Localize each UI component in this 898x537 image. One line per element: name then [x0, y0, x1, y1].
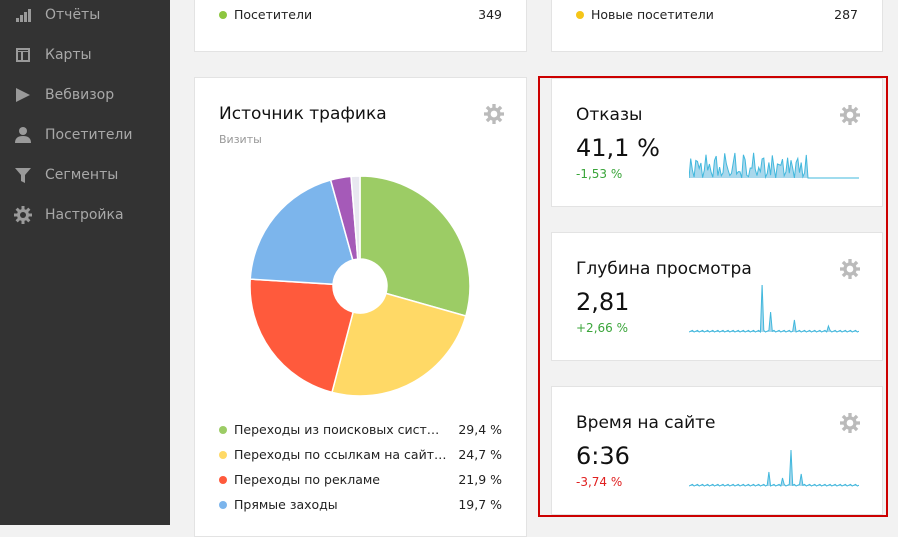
legend-dot — [219, 450, 227, 459]
filter-icon — [15, 168, 31, 183]
sidebar-item-label: Карты — [45, 47, 92, 63]
legend-item[interactable]: Прямые заходы — [219, 497, 338, 512]
sidebar-item-label: Посетители — [45, 127, 133, 143]
metric-card: Отказы 41,1 % -1,53 % — [551, 78, 883, 207]
legend-item[interactable]: Переходы по рекламе — [219, 472, 380, 487]
metric-value: 41,1 % — [576, 134, 660, 162]
metric-card: Время на сайте 6:36 -3,74 % — [551, 386, 883, 515]
legend-value: 287 — [834, 7, 858, 22]
metric-delta: -1,53 % — [576, 167, 623, 181]
settings-gear-icon[interactable] — [840, 105, 860, 125]
metric-delta: +2,66 % — [576, 321, 628, 335]
card-title: Источник трафика — [219, 104, 387, 124]
metric-value: 6:36 — [576, 442, 630, 470]
card-subtitle: Визиты — [219, 133, 262, 146]
user-icon — [15, 127, 31, 143]
gear-icon — [14, 206, 32, 224]
metric-value: 2,81 — [576, 288, 630, 316]
legend-value: 29,4 % — [458, 422, 502, 437]
legend-label: Посетители — [234, 7, 313, 22]
legend-value: 24,7 % — [458, 447, 502, 462]
legend-dot — [219, 425, 227, 434]
sparkline — [689, 285, 859, 334]
sidebar-item-reports[interactable]: Отчёты — [14, 3, 100, 27]
legend-label: Переходы из поисковых сист… — [234, 422, 440, 437]
legend-value: 21,9 % — [458, 472, 502, 487]
sparkline-area — [689, 285, 859, 332]
settings-gear-icon[interactable] — [840, 413, 860, 433]
sparkline-area — [689, 450, 859, 486]
metric-card: Глубина просмотра 2,81 +2,66 % — [551, 232, 883, 361]
legend-item[interactable]: Переходы из поисковых сист… — [219, 422, 439, 437]
sidebar-item-label: Отчёты — [45, 7, 101, 23]
sparkline-line — [689, 449, 859, 487]
legend-dot — [576, 10, 584, 19]
legend-label: Переходы по рекламе — [234, 472, 380, 487]
traffic-source-card: Источник трафика Визиты Переходы из поис… — [194, 77, 527, 537]
pie-slice[interactable] — [359, 175, 471, 317]
legend-dot — [219, 500, 227, 509]
sidebar-item-visitors[interactable]: Посетители — [14, 123, 132, 147]
sidebar-item-maps[interactable]: Карты — [14, 43, 92, 67]
sidebar-item-label: Настройка — [45, 207, 124, 223]
sparkline — [689, 449, 859, 487]
sidebar-item-webvisor[interactable]: Вебвизор — [14, 83, 114, 107]
metric-delta: -3,74 % — [576, 475, 623, 489]
legend-item[interactable]: Переходы по ссылкам на сайт… — [219, 447, 447, 462]
pie-chart — [249, 175, 471, 397]
legend-label: Новые посетители — [591, 7, 714, 22]
legend-label: Прямые заходы — [234, 497, 338, 512]
sidebar-item-segments[interactable]: Сегменты — [14, 163, 118, 187]
legend-value: 349 — [478, 7, 502, 22]
legend-item: Новые посетители — [576, 7, 714, 22]
map-layout-icon — [16, 48, 30, 62]
new-visitors-card: Новые посетители 287 — [551, 0, 883, 52]
legend-value: 19,7 % — [458, 497, 502, 512]
play-icon — [16, 88, 30, 102]
bar-chart-icon — [16, 9, 31, 22]
sidebar-item-settings[interactable]: Настройка — [14, 203, 124, 227]
sparkline-line — [689, 285, 859, 334]
legend-dot — [219, 475, 227, 484]
metric-title: Время на сайте — [576, 413, 716, 433]
settings-gear-icon[interactable] — [484, 104, 504, 124]
legend-dot — [219, 10, 227, 19]
settings-gear-icon[interactable] — [840, 259, 860, 279]
legend-label: Переходы по ссылкам на сайт… — [234, 447, 447, 462]
visitors-card: Посетители 349 — [194, 0, 527, 52]
metric-title: Отказы — [576, 105, 643, 125]
sidebar: Отчёты Карты Вебвизор Посетители Сегмент… — [0, 0, 170, 525]
sparkline — [689, 152, 859, 180]
metric-title: Глубина просмотра — [576, 259, 752, 279]
sidebar-item-label: Вебвизор — [45, 87, 115, 103]
legend-item: Посетители — [219, 7, 312, 22]
sidebar-item-label: Сегменты — [45, 167, 119, 183]
